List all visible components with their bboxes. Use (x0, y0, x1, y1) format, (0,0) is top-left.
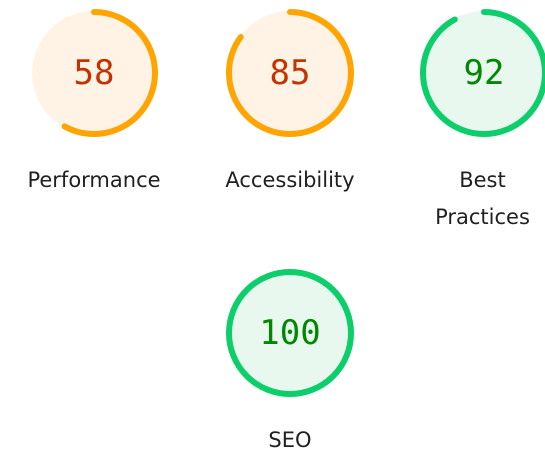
best-practices-label[interactable]: Best Practices (420, 162, 545, 236)
gauge-performance[interactable]: 58 (29, 8, 159, 138)
gauge-seo[interactable]: 100 (225, 268, 355, 398)
accessibility-score: 85 (269, 53, 311, 93)
performance-label[interactable]: Performance (4, 162, 184, 199)
gauge-best-practices[interactable]: 92 (419, 8, 545, 138)
gauge-accessibility[interactable]: 85 (225, 8, 355, 138)
best-practices-score: 92 (463, 53, 505, 93)
seo-label[interactable]: SEO (200, 422, 380, 459)
performance-score: 58 (73, 53, 115, 93)
seo-score: 100 (259, 313, 321, 353)
accessibility-label[interactable]: Accessibility (200, 162, 380, 199)
